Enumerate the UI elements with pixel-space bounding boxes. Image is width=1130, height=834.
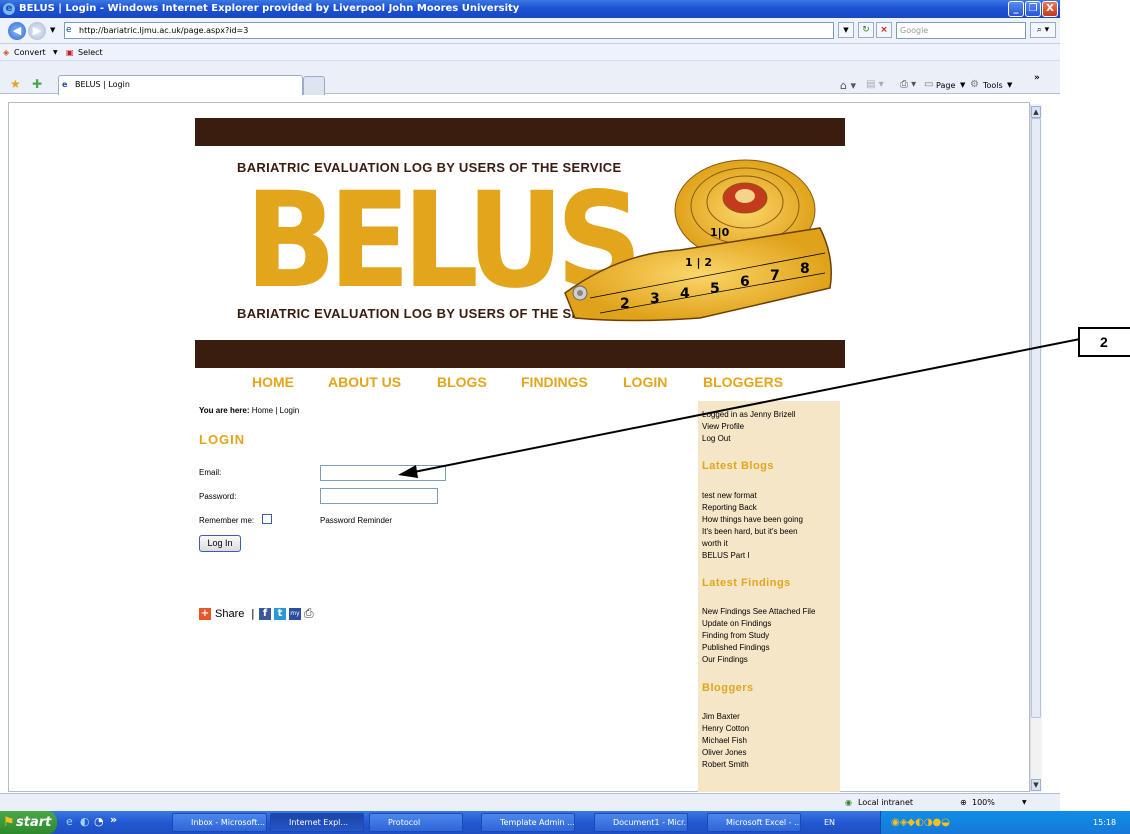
annotation-arrow-line	[413, 338, 1081, 473]
annotation-arrowhead	[398, 465, 418, 478]
annotation-overlay	[398, 338, 1081, 478]
annotation-callout: 2	[1078, 327, 1130, 357]
